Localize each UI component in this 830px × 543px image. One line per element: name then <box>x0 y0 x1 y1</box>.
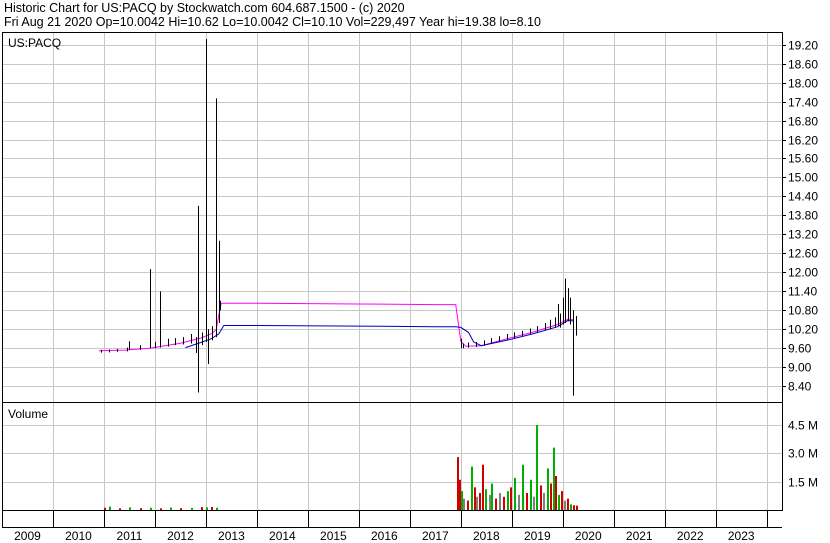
volume-bar <box>514 477 516 510</box>
price-tick-label: 9.60 <box>788 342 812 356</box>
volume-bar <box>576 505 578 510</box>
year-tick-label: 2015 <box>320 529 347 543</box>
price-tick-label: 18.00 <box>788 77 818 91</box>
volume-bar <box>140 508 142 510</box>
volume-bar <box>467 500 469 510</box>
volume-bar <box>471 466 473 510</box>
year-tick-label: 2022 <box>677 529 704 543</box>
year-tick-label: 2010 <box>65 529 92 543</box>
volume-bar <box>550 483 552 510</box>
volume-bar <box>476 496 478 510</box>
volume-bar <box>567 498 569 510</box>
price-axis-labels: 19.20 18.60 18.00 17.40 16.80 16.20 15.60 15.00… <box>788 39 818 394</box>
volume-bar <box>109 506 111 510</box>
volume-bar <box>129 507 131 510</box>
volume-bar <box>522 464 524 510</box>
price-tick-label: 16.80 <box>788 115 818 129</box>
price-bars <box>101 38 577 396</box>
volume-bar <box>489 494 491 510</box>
price-tick-label: 17.40 <box>788 96 818 110</box>
year-tick-label: 2023 <box>728 529 755 543</box>
price-tick-label: 16.20 <box>788 134 818 148</box>
price-tick-label: 11.40 <box>788 285 817 299</box>
volume-bar <box>526 493 528 510</box>
volume-bar <box>553 447 555 510</box>
year-tick-label: 2013 <box>218 529 245 543</box>
year-tick-label: 2014 <box>269 529 296 543</box>
price-tick-label: 12.60 <box>788 247 818 261</box>
historic-chart: 19.20 18.60 18.00 17.40 16.80 16.20 15.60 15.00… <box>2 32 818 543</box>
price-tick-label: 12.00 <box>788 266 818 280</box>
volume-bar <box>495 498 497 510</box>
volume-axis-labels: 4.5 M 3.0 M 1.5 M <box>788 419 818 490</box>
volume-bar <box>564 500 566 510</box>
volume-bar <box>547 468 549 510</box>
price-tick-label: 15.60 <box>788 152 818 166</box>
volume-tick-label: 1.5 M <box>788 476 818 490</box>
price-tick-label: 14.40 <box>788 190 818 204</box>
year-tick-label: 2009 <box>14 529 41 543</box>
year-tick-label: 2018 <box>473 529 500 543</box>
volume-bar <box>461 491 463 510</box>
symbol-label: US:PACQ <box>8 36 61 50</box>
price-tick-label: 13.80 <box>788 209 818 223</box>
volume-bar <box>540 485 542 510</box>
price-tick-label: 19.20 <box>788 39 818 53</box>
volume-bar <box>503 496 505 510</box>
volume-bar <box>474 487 476 510</box>
volume-bar <box>499 493 501 510</box>
volume-bar <box>160 508 162 510</box>
volume-bar <box>482 464 484 510</box>
volume-bar <box>463 498 465 510</box>
volume-bar <box>104 507 106 510</box>
volume-panel-title: Volume <box>8 407 48 421</box>
volume-bar <box>507 491 509 510</box>
volume-bar <box>570 504 572 510</box>
year-tick-label: 2011 <box>117 529 143 543</box>
volume-bar <box>530 479 532 510</box>
price-tick-label: 13.20 <box>788 228 818 242</box>
year-tick-label: 2019 <box>524 529 551 543</box>
volume-bar <box>457 457 459 510</box>
price-tick-label: 10.80 <box>788 304 818 318</box>
volume-bar <box>206 507 208 510</box>
volume-bars <box>104 425 578 510</box>
price-tick-label: 15.00 <box>788 171 818 185</box>
volume-bar <box>216 507 218 510</box>
volume-bar <box>180 508 182 510</box>
volume-bar <box>491 483 493 510</box>
year-tick-label: 2020 <box>575 529 602 543</box>
price-tick-label: 18.60 <box>788 58 818 72</box>
volume-bar <box>558 494 560 510</box>
volume-bar <box>518 494 520 510</box>
price-tick-label: 9.00 <box>788 361 812 375</box>
volume-tick-label: 4.5 M <box>788 419 818 433</box>
volume-bar <box>191 507 193 510</box>
year-tick-label: 2012 <box>167 529 194 543</box>
volume-bar <box>485 489 487 510</box>
volume-bar <box>201 507 203 510</box>
volume-bar <box>459 479 461 510</box>
volume-bar <box>536 425 538 510</box>
volume-bar <box>555 476 557 510</box>
year-tick-label: 2021 <box>626 529 653 543</box>
volume-bar <box>479 493 481 510</box>
volume-bar <box>561 491 563 510</box>
volume-bar <box>170 507 172 510</box>
year-tick-label: 2017 <box>422 529 449 543</box>
volume-bar <box>119 508 121 510</box>
volume-bar <box>211 506 213 510</box>
volume-bar <box>543 493 545 510</box>
volume-bar <box>573 505 575 510</box>
volume-bar <box>150 507 152 510</box>
volume-tick-label: 3.0 M <box>788 447 818 461</box>
year-tick-label: 2016 <box>371 529 398 543</box>
year-axis-labels: 2009 2010 2011 2012 2013 2014 2015 2016 2017 2018… <box>14 529 755 543</box>
price-tick-label: 8.40 <box>788 380 812 394</box>
price-tick-label: 10.20 <box>788 323 818 337</box>
volume-bar <box>510 487 512 510</box>
grid-lines <box>2 32 786 527</box>
volume-bar <box>533 496 535 510</box>
